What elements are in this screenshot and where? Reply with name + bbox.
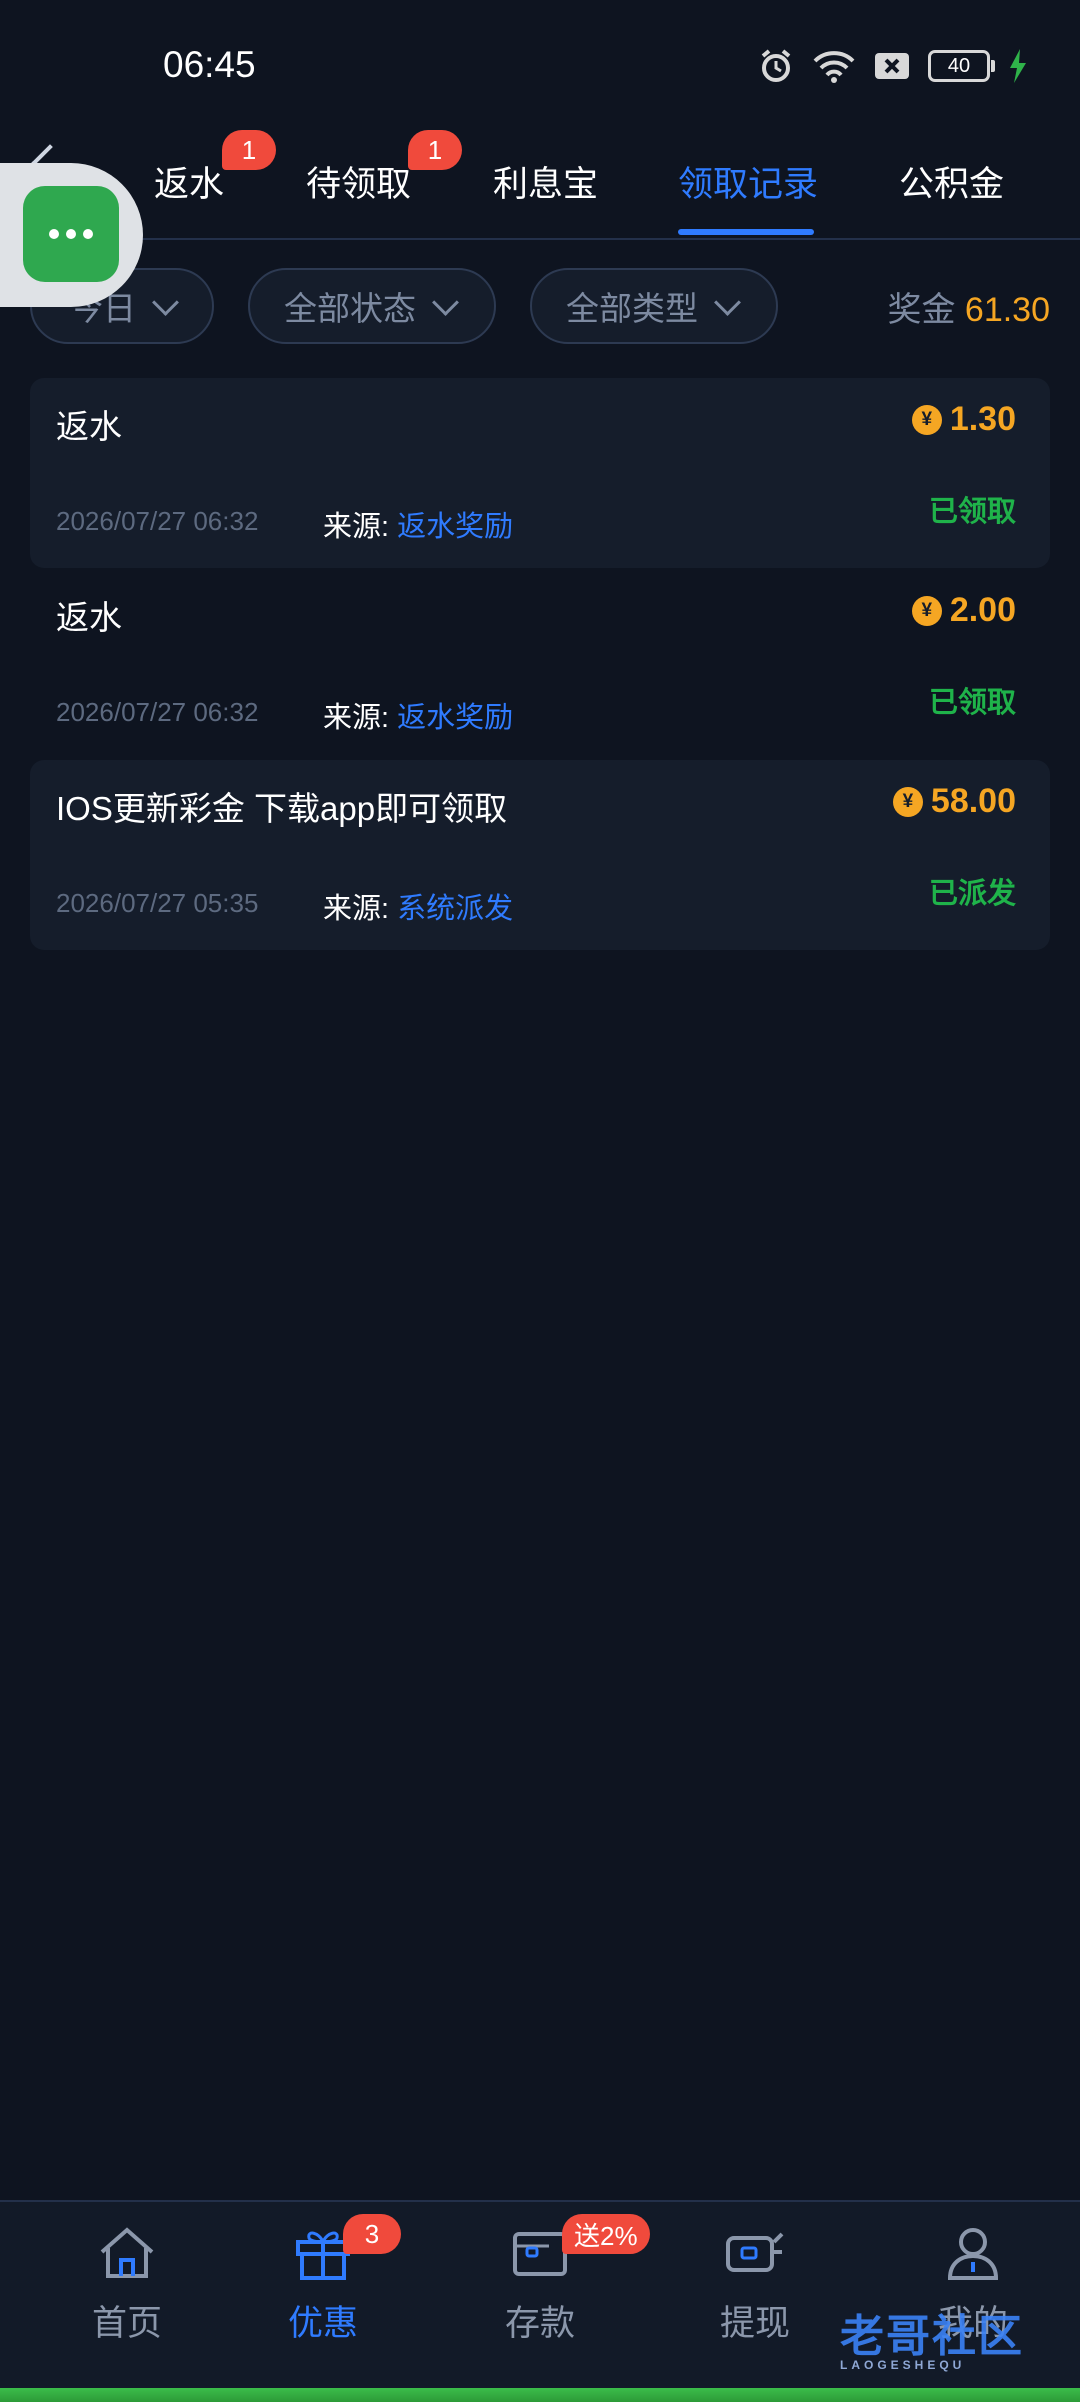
tab-rebate[interactable]: 返水	[154, 156, 224, 207]
bonus-amount: 61.30	[964, 291, 1050, 329]
record-time: 2026/07/27 06:32	[56, 697, 259, 727]
wifi-icon	[813, 51, 855, 83]
tab-rebate-badge: 1	[222, 130, 276, 170]
alarm-icon	[761, 49, 791, 82]
record-item[interactable]: IOS更新彩金 下载app即可领取 ¥ 58.00 已派发 2026/07/27…	[30, 760, 1050, 950]
withdraw-icon	[726, 2232, 784, 2272]
chevron-down-icon	[152, 288, 179, 316]
record-source: 来源: 系统派发	[323, 885, 513, 927]
record-item[interactable]: 返水 ¥ 1.30 已领取 2026/07/27 06:32 来源: 返水奖励	[30, 378, 1050, 568]
bonus-total: 奖金 61.30	[887, 282, 1050, 331]
user-icon	[947, 2228, 999, 2280]
nav-promotions-label: 优惠	[287, 2304, 358, 2343]
chevron-down-icon	[714, 288, 741, 316]
record-time: 2026/07/27 06:32	[56, 506, 259, 536]
status-filter-dropdown[interactable]: 全部状态	[248, 268, 496, 344]
record-source-link[interactable]: 返水奖励	[397, 511, 513, 543]
record-item[interactable]: 返水 ¥ 2.00 已领取 2026/07/27 06:32 来源: 返水奖励	[30, 569, 1050, 759]
more-dot-icon	[49, 229, 59, 239]
chevron-down-icon	[432, 288, 459, 316]
coin-icon: ¥	[911, 404, 942, 435]
tab-claim-records-label: 领取记录	[678, 165, 819, 204]
charging-icon	[1010, 49, 1026, 83]
tab-claim-records[interactable]: 领取记录	[678, 156, 818, 207]
record-amount: ¥ 1.30	[911, 400, 1016, 439]
active-tab-indicator	[678, 229, 814, 235]
type-filter-value: 全部类型	[566, 290, 698, 327]
battery-level: 40	[947, 54, 971, 77]
record-source-link[interactable]: 返水奖励	[397, 702, 513, 734]
nav-home-label: 首页	[91, 2304, 162, 2343]
record-source: 来源: 返水奖励	[323, 503, 513, 545]
nav-home[interactable]: 首页	[62, 2222, 192, 2346]
status-filter-value: 全部状态	[284, 290, 416, 327]
nav-promotions-badge: 3	[343, 2214, 401, 2254]
bonus-label: 奖金	[887, 291, 956, 329]
record-source-label: 来源:	[323, 511, 390, 543]
status-bar: 06:45 40	[0, 0, 1080, 130]
tab-provident[interactable]: 公积金	[899, 156, 1004, 207]
record-status: 已派发	[928, 878, 1016, 910]
tab-rebate-label: 返水	[154, 165, 225, 204]
nav-deposit-badge: 送2%	[562, 2214, 650, 2254]
type-filter-dropdown[interactable]: 全部类型	[530, 268, 778, 344]
record-amount-value: 1.30	[949, 400, 1016, 438]
record-amount-value: 2.00	[949, 591, 1016, 629]
coin-icon: ¥	[911, 595, 942, 626]
tab-pending-badge: 1	[408, 130, 462, 170]
tab-interest-label: 利息宝	[493, 165, 599, 204]
record-status: 已领取	[928, 496, 1016, 528]
nav-withdraw-label: 提现	[719, 2304, 790, 2343]
battery-icon: 40	[928, 50, 995, 82]
record-source-label: 来源:	[323, 893, 390, 925]
record-source-link[interactable]: 系统派发	[397, 893, 513, 925]
home-icon	[100, 2227, 154, 2278]
record-amount: ¥ 58.00	[892, 782, 1016, 821]
more-dot-icon	[83, 229, 93, 239]
record-title: 返水	[56, 408, 122, 445]
record-status: 已领取	[928, 687, 1016, 719]
tab-interest[interactable]: 利息宝	[493, 156, 598, 207]
status-icons: 40	[758, 46, 1028, 86]
record-time: 2026/07/27 05:35	[56, 888, 259, 918]
coin-icon: ¥	[892, 786, 923, 817]
sim-off-icon	[875, 53, 909, 79]
record-amount: ¥ 2.00	[911, 591, 1016, 630]
watermark-text: 老哥社区	[840, 2312, 1024, 2361]
tab-bar: 返水 1 待领取 1 利息宝 领取记录 公积金	[0, 130, 1080, 240]
watermark-logo: 老哥社区 LAOGESHEQU	[840, 2300, 1024, 2372]
nav-withdraw[interactable]: 提现	[690, 2222, 820, 2346]
tab-pending-label: 待领取	[306, 165, 412, 204]
record-source-label: 来源:	[323, 702, 390, 734]
record-title: IOS更新彩金 下载app即可领取	[56, 790, 508, 827]
record-amount-value: 58.00	[930, 782, 1016, 820]
record-source: 来源: 返水奖励	[323, 694, 513, 736]
tab-provident-label: 公积金	[899, 165, 1005, 204]
record-title: 返水	[56, 599, 122, 636]
more-dot-icon	[66, 229, 76, 239]
more-options-button[interactable]	[23, 186, 119, 282]
status-time: 06:45	[163, 44, 256, 85]
tab-pending[interactable]: 待领取	[306, 156, 411, 207]
nav-deposit-label: 存款	[504, 2304, 575, 2343]
